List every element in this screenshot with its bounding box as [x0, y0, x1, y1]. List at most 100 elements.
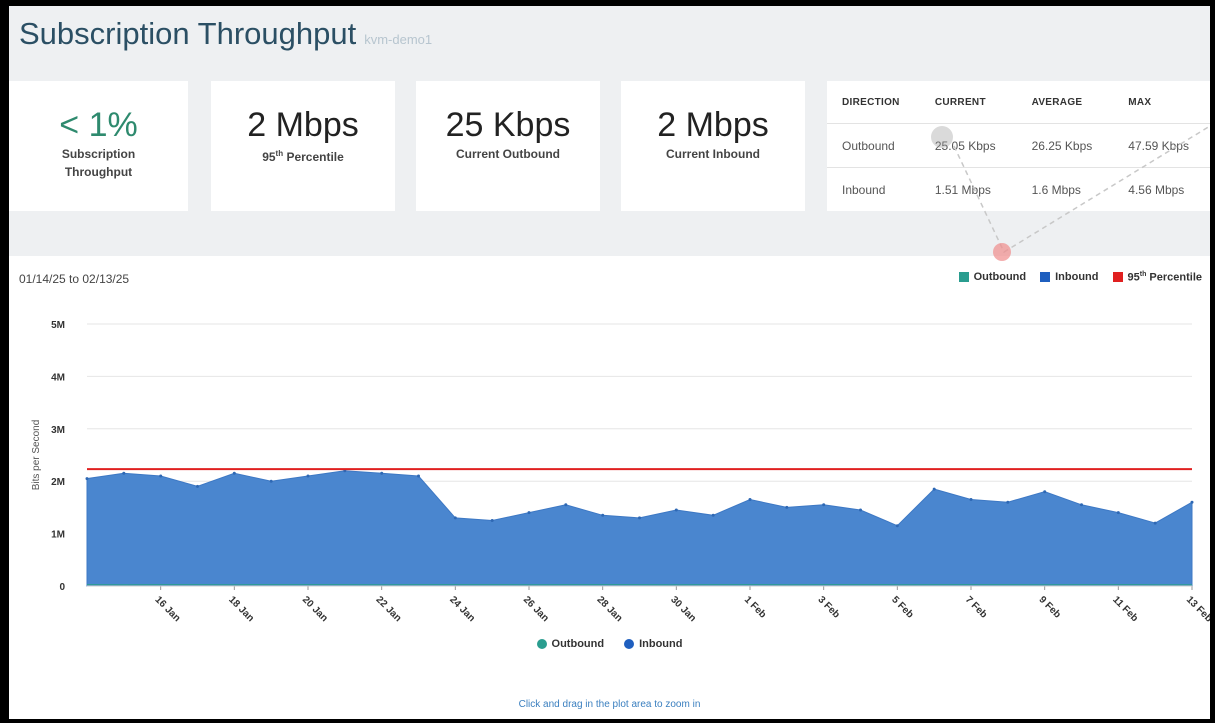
x-tick-label: 16 Jan: [153, 594, 183, 624]
inbound-point: [527, 511, 531, 515]
stats-table: DIRECTION CURRENT AVERAGE MAX Outbound 2…: [827, 81, 1210, 211]
x-tick-label: 24 Jan: [447, 594, 477, 624]
legend-item-outbound[interactable]: Outbound: [958, 271, 1027, 284]
x-tick-label: 1 Feb: [742, 594, 768, 620]
date-range: 01/14/25 to 02/13/25: [19, 272, 130, 286]
cursor-marker: [931, 126, 953, 148]
card-subscription-throughput: < 1% Subscription Throughput: [9, 81, 188, 211]
legend-label: Outbound: [973, 271, 1027, 284]
inbound-point: [196, 484, 199, 488]
throughput-chart[interactable]: 0 1M 2M 3M 4M 5M Bits per Second 16 Jan 18 Jan 20…: [9, 306, 1210, 631]
outbound-swatch-icon: [958, 272, 969, 283]
inbound-point: [564, 503, 568, 507]
inbound-point: [269, 479, 273, 483]
percentile-swatch-icon: [1112, 272, 1123, 283]
inbound-point: [1116, 511, 1120, 515]
y-tick-label: 1M: [51, 530, 65, 541]
x-tick-label: 3 Feb: [816, 594, 842, 620]
inbound-point: [122, 471, 126, 475]
table-cell: 26.25 Kbps: [1016, 123, 1114, 168]
chart-legend-bottom: Outbound Inbound: [9, 638, 1210, 650]
inbound-point: [85, 477, 89, 481]
x-tick-label: 9 Feb: [1037, 594, 1063, 620]
page-subtitle: kvm-demo1: [364, 32, 433, 47]
inbound-point: [822, 503, 826, 507]
inbound-point: [859, 508, 862, 512]
y-axis-label: Bits per Second: [31, 420, 42, 491]
inbound-point: [1043, 490, 1047, 494]
inbound-dot-icon: [624, 639, 635, 649]
table-row: Outbound 25.05 Kbps 26.25 Kbps 47.59 Kbp…: [827, 123, 1210, 168]
outbound-dot-icon: [536, 639, 547, 649]
table-cell: 1.51 Mbps: [934, 182, 991, 197]
inbound-point: [1080, 503, 1083, 507]
inbound-point: [711, 513, 715, 517]
card-label: Current Inbound: [666, 147, 760, 161]
summary-section: Subscription Throughput kvm-demo1 < 1% S…: [9, 6, 1210, 256]
table-cell: 47.59 Kbps: [1113, 123, 1210, 168]
page-title: Subscription Throughput: [19, 16, 357, 51]
card-value: 2 Mbps: [657, 106, 769, 144]
inbound-point: [1190, 500, 1194, 504]
x-tick-label: 11 Feb: [1110, 594, 1140, 624]
legend-label: Outbound: [551, 638, 605, 650]
legend-item-95th-percentile[interactable]: 95th Percentile: [1112, 271, 1203, 284]
table-cell: 1.6 Mbps: [1031, 182, 1081, 197]
col-header: CURRENT: [919, 81, 1017, 124]
inbound-point: [674, 508, 678, 512]
x-tick-label: 18 Jan: [226, 594, 256, 624]
col-header: DIRECTION: [827, 81, 920, 124]
stats-header-row: DIRECTION CURRENT AVERAGE MAX: [827, 81, 1210, 124]
legend-label: 95th Percentile: [1127, 271, 1203, 284]
inbound-point: [895, 524, 899, 528]
title-row: Subscription Throughput kvm-demo1: [19, 16, 432, 52]
inbound-area: [86, 470, 1193, 587]
inbound-point: [306, 474, 310, 478]
x-tick-label: 22 Jan: [374, 594, 404, 624]
inbound-point: [1006, 500, 1010, 504]
inbound-point: [1153, 521, 1157, 525]
y-tick-label: 5M: [51, 320, 65, 331]
legend-item-outbound[interactable]: Outbound: [536, 638, 605, 650]
inbound-swatch-icon: [1040, 272, 1051, 283]
inbound-point: [638, 516, 641, 520]
legend-item-inbound[interactable]: Inbound: [1040, 271, 1099, 284]
card-value: 2 Mbps: [247, 106, 359, 144]
x-tick-label: 13 Feb: [1184, 594, 1210, 624]
x-tick-label: 7 Feb: [963, 594, 989, 620]
inbound-point: [601, 513, 605, 517]
y-tick-label: 3M: [51, 425, 65, 436]
card-label: Subscription Throughput: [61, 147, 136, 179]
card-label: 95th Percentile: [262, 149, 344, 164]
inbound-point: [932, 487, 936, 491]
table-cell: 4.56 Mbps: [1128, 182, 1185, 197]
card-label: Current Outbound: [456, 147, 560, 161]
inbound-point: [417, 474, 420, 478]
y-tick-label: 4M: [51, 372, 65, 383]
x-tick-label: 20 Jan: [300, 594, 330, 624]
cursor-marker: [993, 243, 1011, 261]
inbound-point: [748, 498, 752, 501]
zoom-hint: Click and drag in the plot area to zoom …: [518, 699, 701, 710]
card-current-inbound: 2 Mbps Current Inbound: [621, 81, 805, 211]
card-95th-percentile: 2 Mbps 95th Percentile: [211, 81, 395, 211]
legend-label: Inbound: [639, 638, 683, 650]
chart-legend-top: Outbound Inbound 95th Percentile: [958, 271, 1203, 284]
y-tick-label: 2M: [51, 477, 65, 488]
table-cell: Outbound: [827, 123, 920, 168]
inbound-point: [490, 519, 494, 522]
inbound-point: [785, 505, 789, 509]
legend-item-inbound[interactable]: Inbound: [624, 638, 682, 650]
inbound-point: [453, 516, 457, 520]
app-frame: Subscription Throughput kvm-demo1 < 1% S…: [9, 6, 1210, 719]
col-header: MAX: [1113, 81, 1210, 124]
col-header: AVERAGE: [1016, 81, 1114, 124]
y-tick-label: 0: [59, 582, 65, 593]
table-row: Inbound 1.51 Mbps 1.6 Mbps 4.56 Mbps: [827, 168, 1210, 212]
x-tick-label: 5 Feb: [889, 594, 915, 620]
card-value: < 1%: [59, 106, 138, 144]
card-value: 25 Kbps: [445, 106, 571, 144]
x-tick-label: 28 Jan: [595, 594, 625, 624]
stats-card: DIRECTION CURRENT AVERAGE MAX Outbound 2…: [827, 81, 1210, 211]
table-cell: Inbound: [842, 182, 886, 197]
